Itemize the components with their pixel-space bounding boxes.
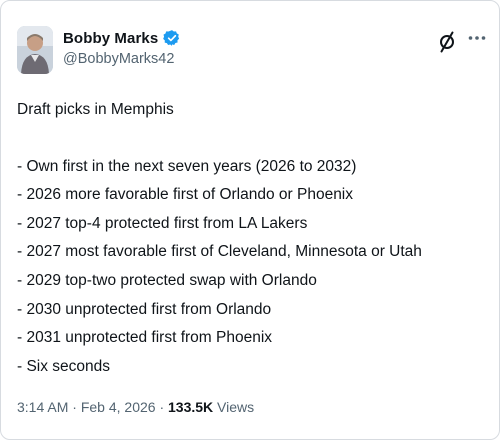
- tweet-line: - 2029 top-two protected swap with Orlan…: [17, 271, 317, 289]
- author-name-row: Bobby Marks: [63, 29, 181, 47]
- tweet-meta: 3:14 AM · Feb 4, 2026 · 133.5K Views: [17, 399, 254, 415]
- tweet-line: - 2027 most favorable first of Cleveland…: [17, 243, 422, 261]
- tweet-card: Bobby Marks @BobbyMarks42 Draft picks in…: [0, 0, 500, 440]
- meta-separator: ·: [155, 399, 169, 415]
- tweet-text: Draft picks in Memphis - Own first in th…: [17, 96, 487, 381]
- meta-separator: ·: [68, 399, 81, 415]
- grok-icon[interactable]: [437, 31, 457, 53]
- avatar[interactable]: [17, 26, 53, 74]
- views-label: Views: [213, 399, 255, 415]
- display-name[interactable]: Bobby Marks: [63, 30, 158, 47]
- tweet-line: - Six seconds: [17, 357, 111, 375]
- tweet-line: - Own first in the next seven years (202…: [17, 157, 357, 175]
- tweet-time[interactable]: 3:14 AM: [17, 399, 68, 415]
- tweet-date[interactable]: Feb 4, 2026: [81, 399, 156, 415]
- more-options-icon[interactable]: [467, 28, 487, 48]
- author-handle[interactable]: @BobbyMarks42: [63, 51, 174, 67]
- verified-badge-icon: [163, 30, 180, 46]
- tweet-line: - 2031 unprotected first from Phoenix: [17, 329, 273, 347]
- tweet-line: - 2030 unprotected first from Orlando: [17, 300, 272, 318]
- tweet-line: - 2027 top-4 protected first from LA Lak…: [17, 214, 308, 232]
- views-count: 133.5K: [168, 399, 214, 415]
- profile-photo-icon: [17, 26, 53, 74]
- tweet-header: Bobby Marks @BobbyMarks42: [17, 26, 487, 78]
- tweet-intro: Draft picks in Memphis: [17, 101, 174, 118]
- tweet-line: - 2026 more favorable first of Orlando o…: [17, 186, 354, 204]
